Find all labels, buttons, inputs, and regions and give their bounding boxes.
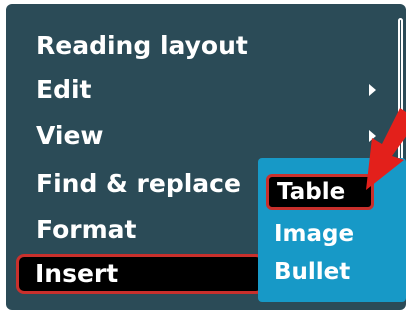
menu-item-view-label: View: [36, 121, 104, 150]
chevron-right-icon: [369, 84, 376, 96]
red-pointer-arrow-icon: [366, 108, 406, 190]
menu-item-format[interactable]: Format: [36, 210, 136, 250]
submenu-item-image[interactable]: Image: [274, 216, 354, 252]
options-menu-screen: Reading layout Edit View Find & replace …: [6, 4, 406, 310]
submenu-item-bullet[interactable]: Bullet: [274, 254, 350, 290]
menu-item-reading-layout[interactable]: Reading layout: [36, 26, 248, 66]
menu-item-find-replace[interactable]: Find & replace: [36, 164, 241, 204]
menu-item-edit-label: Edit: [36, 75, 92, 104]
menu-item-view[interactable]: View: [36, 116, 104, 156]
menu-item-edit[interactable]: Edit: [36, 70, 92, 110]
menu-item-insert[interactable]: Insert: [16, 254, 264, 294]
submenu-item-table[interactable]: Table: [266, 174, 374, 210]
